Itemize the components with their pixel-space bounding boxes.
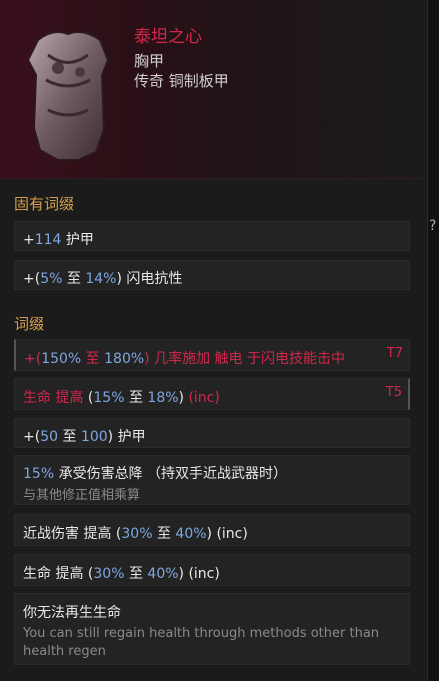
mod-value-min: 30% (121, 526, 153, 542)
mod-text: 近战伤害 提高 (23, 526, 112, 542)
mod-prefix: + (23, 232, 35, 248)
mod-note: health regen (23, 644, 106, 659)
mod-text: 生命 提高 (23, 390, 84, 406)
mod-value: 15% (23, 466, 55, 482)
background-strip (428, 0, 439, 681)
mod-suffix: (inc) (212, 526, 248, 542)
mod-paren-open: ( (111, 526, 122, 542)
item-base-type: 传奇 铜制板甲 (134, 72, 229, 90)
affix-row: 你无法再生生命 You can still regain health thro… (14, 593, 410, 665)
mod-value-min: 15% (93, 390, 125, 406)
mod-text: 生命 提高 (23, 566, 84, 582)
mod-value-max: 40% (147, 566, 179, 582)
mod-value-max: 180% (104, 351, 145, 367)
mod-range-sep: 至 (81, 351, 105, 367)
affix-section-title: 词缀 (14, 315, 45, 333)
item-header: 泰坦之心 胸甲 传奇 铜制板甲 (0, 0, 427, 179)
mod-value-max: 14% (85, 271, 117, 287)
mod-text: 护甲 (61, 232, 94, 248)
affix-row: +(150% 至 180%) 几率施加 触电 于闪电技能击中 T7 (14, 339, 410, 371)
mod-range-sep: 至 (152, 526, 176, 542)
implicit-section-title: 固有词缀 (14, 195, 75, 213)
mod-text: ) 护甲 (107, 429, 146, 445)
mod-suffix: (inc) (184, 390, 220, 406)
affix-row: 近战伤害 提高 (30% 至 40%) (inc) (14, 514, 410, 546)
mod-value-max: 100 (80, 429, 108, 445)
implicit-mod-row: +(5% 至 14%) 闪电抗性 (14, 260, 410, 290)
mod-range-sep: 至 (124, 390, 148, 406)
mod-value-min: 150% (41, 351, 82, 367)
mod-value-min: 5% (40, 271, 63, 287)
affix-row: 15% 承受伤害总降 （持双手近战武器时） 与其他修正值相乘算 (14, 455, 410, 505)
chest-armor-icon (26, 31, 110, 161)
affix-row: 生命 提高 (30% 至 40%) (inc) (14, 554, 410, 586)
tier-badge: T5 (385, 385, 402, 400)
help-icon[interactable]: ? (429, 218, 436, 234)
mod-paren-open: ( (83, 566, 94, 582)
mod-text: 承受伤害总降 （持双手近战武器时） (54, 466, 288, 482)
item-slot: 胸甲 (134, 52, 165, 70)
mod-range-sep: 至 (58, 429, 81, 445)
mod-prefix: +( (23, 429, 41, 445)
mod-paren-open: ( (83, 390, 94, 406)
mod-prefix: +( (23, 271, 41, 287)
mod-value-max: 40% (175, 526, 207, 542)
mod-range-sep: 至 (62, 271, 86, 287)
mod-note: 与其他修正值相乘算 (23, 488, 141, 503)
mod-text: 你无法再生生命 (23, 605, 121, 621)
mod-value: 114 (34, 232, 62, 248)
mod-value-min: 50 (40, 429, 59, 445)
tier-badge: T7 (386, 346, 403, 361)
mod-text: ) 几率施加 触电 于闪电技能击中 (144, 351, 345, 367)
mod-note: You can still regain health through meth… (23, 626, 380, 641)
affix-row: 生命 提高 (15% 至 18%) (inc) T5 (14, 378, 410, 410)
mod-text: ) 闪电抗性 (116, 271, 183, 287)
item-tooltip-panel: 泰坦之心 胸甲 传奇 铜制板甲 固有词缀 +114 护甲 +(5% 至 14%)… (0, 0, 428, 681)
mod-suffix: (inc) (184, 566, 220, 582)
mod-range-sep: 至 (124, 566, 148, 582)
mod-prefix: +( (24, 351, 42, 367)
implicit-mod-row: +114 护甲 (14, 221, 410, 251)
item-name: 泰坦之心 (134, 27, 202, 47)
affix-row: +(50 至 100) 护甲 (14, 418, 410, 448)
mod-value-min: 30% (93, 566, 125, 582)
mod-value-max: 18% (147, 390, 179, 406)
